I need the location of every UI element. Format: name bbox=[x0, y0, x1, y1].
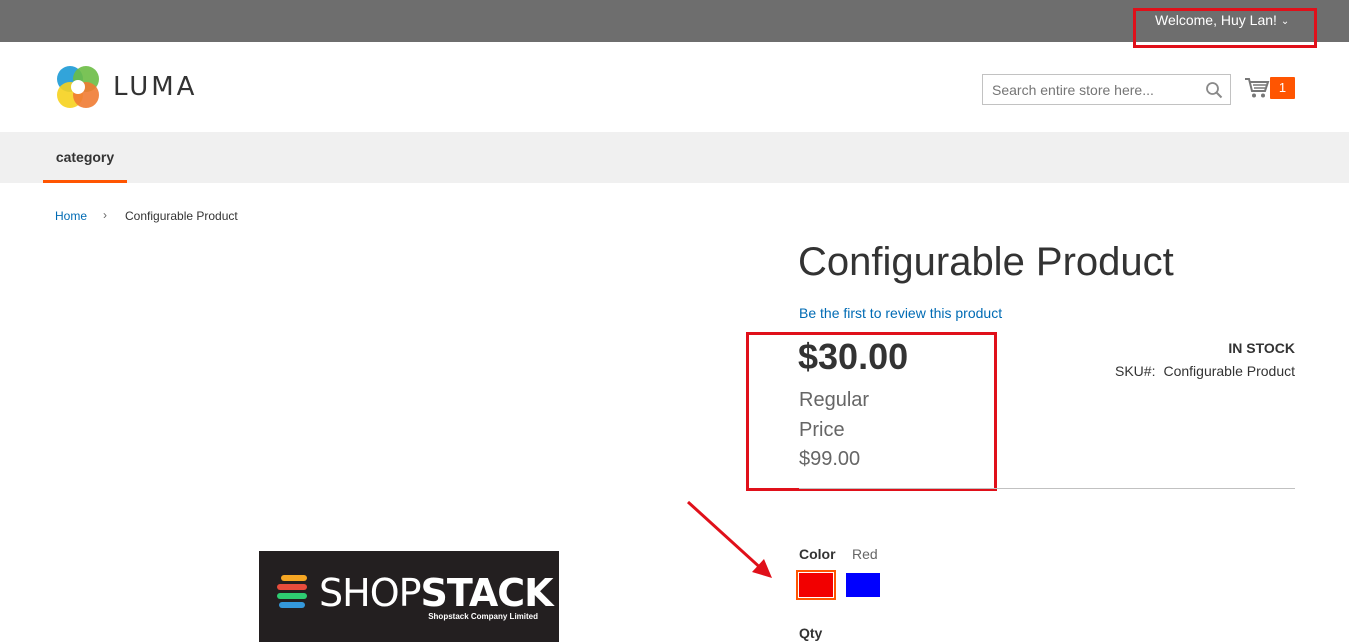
search-icon[interactable] bbox=[1205, 81, 1223, 99]
color-selected-value: Red bbox=[852, 546, 878, 562]
sku-value: Configurable Product bbox=[1163, 363, 1295, 379]
annotation-box-price bbox=[746, 332, 997, 491]
divider bbox=[799, 488, 1295, 489]
review-link[interactable]: Be the first to review this product bbox=[799, 305, 1002, 321]
sku-label: SKU#: bbox=[1115, 363, 1156, 379]
qty-label: Qty bbox=[799, 625, 823, 641]
sku: SKU#: Configurable Product bbox=[1115, 363, 1295, 379]
annotation-arrow-icon bbox=[686, 500, 772, 578]
swatch-red[interactable] bbox=[796, 570, 836, 600]
search-input[interactable] bbox=[983, 75, 1193, 104]
cart-icon[interactable] bbox=[1244, 76, 1270, 100]
shopstack-wordmark: SHOPSTACK bbox=[319, 571, 554, 615]
nav-item-category[interactable]: category bbox=[43, 132, 127, 183]
breadcrumb-current: Configurable Product bbox=[125, 209, 238, 223]
luma-logo-icon[interactable] bbox=[55, 64, 101, 110]
logo-text[interactable]: LUMA bbox=[113, 72, 197, 102]
color-label: Color bbox=[799, 546, 836, 562]
annotation-box-welcome bbox=[1133, 8, 1317, 48]
swatch-blue[interactable] bbox=[845, 572, 881, 598]
product-image[interactable]: SHOPSTACK Shopstack Company Limited bbox=[259, 551, 559, 642]
search-box bbox=[982, 74, 1231, 105]
stock-status: IN STOCK bbox=[1228, 340, 1295, 356]
breadcrumb-separator-icon: › bbox=[103, 208, 107, 222]
shopstack-subtitle: Shopstack Company Limited bbox=[428, 612, 538, 621]
main-nav: category bbox=[0, 132, 1349, 183]
product-title: Configurable Product bbox=[798, 240, 1174, 284]
breadcrumb-home-link[interactable]: Home bbox=[55, 209, 87, 223]
cart-count-badge[interactable]: 1 bbox=[1270, 77, 1295, 99]
